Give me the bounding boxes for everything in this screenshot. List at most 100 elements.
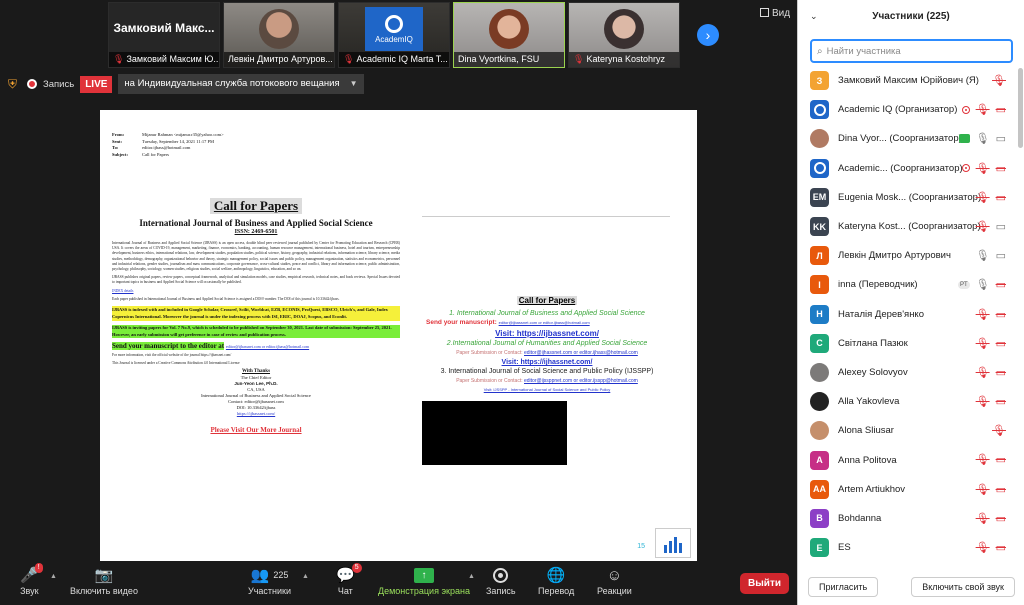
participant-row[interactable]: AA Artem Artiukhov 🎙 ▭ xyxy=(798,475,1020,504)
live-badge: LIVE xyxy=(80,75,113,93)
mic-muted-icon: 🎙 xyxy=(975,366,990,379)
participant-row[interactable]: Iinna (Переводчик) PT 🎙 ▭ xyxy=(798,270,1020,299)
mic-muted-icon: 🎙 xyxy=(975,512,990,525)
participant-name: Alla Yakovleva xyxy=(838,396,900,408)
thumbnail-caption: 🎙 Замковий Максим Ю... xyxy=(109,52,219,67)
chat-icon: 💬 5 xyxy=(336,563,362,585)
participant-row[interactable]: A Anna Politova 🎙 ▭ xyxy=(798,445,1020,474)
record-button[interactable]: Запись xyxy=(486,565,516,596)
share-screen-button[interactable]: ↑ Демонстрация экрана xyxy=(378,565,470,596)
panel-footer: Пригласить Включить свой звук xyxy=(798,569,1024,605)
visit-ijbass: Visit: https://ijbassnet.com/ xyxy=(495,329,599,338)
visit-more-journal: Please Visit Our More Journal xyxy=(210,426,302,435)
start-video-button[interactable]: 📷 Включить видео xyxy=(70,565,138,596)
participant-name: Anna Politova xyxy=(838,454,897,466)
video-off-icon: ▭ xyxy=(995,396,1006,409)
translation-button[interactable]: 🌐 Перевод xyxy=(538,565,574,596)
page-number: 15 xyxy=(637,543,645,550)
video-off-icon: ▭ xyxy=(995,542,1006,554)
thumbnail-self[interactable]: Замковий Макс... 🎙 Замковий Максим Ю... xyxy=(108,2,220,68)
redacted-box xyxy=(422,401,567,465)
thumbnail-caption: 🎙 Academic IQ Marta T... xyxy=(339,52,449,67)
mic-muted-icon: 🎙 xyxy=(573,54,585,64)
participant-row[interactable]: Alla Yakovleva 🎙 ▭ xyxy=(798,387,1020,416)
mic-muted-icon: 🎙 xyxy=(992,425,1006,438)
divider xyxy=(422,216,670,217)
thumbnail-participant[interactable]: 🎙 Kateryna Kostohryz xyxy=(568,2,680,68)
reactions-button[interactable]: ☺ Реакции xyxy=(597,565,632,597)
submission-2: Paper Submission or Contact: editor@ijha… xyxy=(456,350,638,356)
visit-ijsspp: Visit: IJSSPP - International Journal of… xyxy=(483,387,611,392)
mic-muted-icon: 🎙 xyxy=(975,542,990,554)
scrollbar[interactable] xyxy=(1018,68,1023,148)
participant-search[interactable]: ⌕ xyxy=(810,39,1013,63)
participant-row[interactable]: EM Eugenia Mosk... (Соорганизатор) 🎙 ▭ xyxy=(798,183,1020,212)
participant-row[interactable]: З Замковий Максим Юрійович (Я) 🎙 xyxy=(798,66,1020,95)
video-off-icon: ▭ xyxy=(995,512,1006,525)
participant-status-icons: 🎙 ▭ xyxy=(976,512,1006,525)
participant-row[interactable]: Academic... (Соорганизатор) 🎙 ▭ xyxy=(798,154,1020,183)
participant-row[interactable]: Л Левкін Дмитро Артурович 🎙 ▭ xyxy=(798,241,1020,270)
audio-options-caret[interactable]: ▲ xyxy=(50,573,57,580)
next-page-button[interactable]: › xyxy=(697,24,719,46)
mic-muted-icon: 🎙 xyxy=(975,308,990,321)
invite-button[interactable]: Пригласить xyxy=(808,577,879,597)
grid-icon xyxy=(760,8,769,17)
participant-row[interactable]: KK Kateryna Kost... (Соорганизатор) 🎙 ▭ xyxy=(798,212,1020,241)
participant-row[interactable]: Dina Vyor... (Соорганизатор) 🎙 ▭ xyxy=(798,124,1020,153)
participant-status-icons: 🎙 ▭ xyxy=(976,453,1006,466)
participant-row[interactable]: Н Наталія Дерев'янко 🎙 ▭ xyxy=(798,300,1020,329)
video-off-icon: ▭ xyxy=(995,279,1006,292)
mic-muted-icon: 🎙 xyxy=(992,75,1006,87)
share-options-caret[interactable]: ▲ xyxy=(468,573,475,580)
avatar xyxy=(810,100,829,120)
thumbnail-active-speaker[interactable]: Dina Vyortkina, FSU xyxy=(453,2,565,68)
participants-icon: 👥 225 xyxy=(250,567,289,584)
unmute-self-button[interactable]: Включить свой звук xyxy=(911,577,1015,597)
search-input[interactable] xyxy=(826,45,997,57)
shield-icon[interactable]: ⛨ xyxy=(8,77,17,92)
thumbnail-participant[interactable]: AcademIQ 🎙 Academic IQ Marta T... xyxy=(338,2,450,68)
participant-row[interactable]: Alona Sliusar 🎙 xyxy=(798,416,1020,445)
participant-row[interactable]: С Світлана Пазюк 🎙 ▭ xyxy=(798,329,1020,358)
chat-button[interactable]: 💬 5 Чат xyxy=(336,563,362,596)
participant-status-icons: 🎙 ▭ xyxy=(976,308,1006,321)
participant-row[interactable]: Academic IQ (Организатор) 🎙 ▭ xyxy=(798,95,1020,124)
thumbnail-participant[interactable]: Левкін Дмитро Артуров... xyxy=(223,2,335,68)
recording-icon xyxy=(961,164,970,173)
participant-row[interactable]: B Bohdanna 🎙 ▭ xyxy=(798,504,1020,533)
participant-name: Левкін Дмитро Артурович xyxy=(838,250,951,262)
video-off-icon: ▭ xyxy=(995,162,1006,175)
video-active-icon xyxy=(958,134,970,144)
participant-name: Kateryna Kost... (Соорганизатор) xyxy=(838,221,981,233)
signature: With Thanks The Chief Editor Jun-Yeon Le… xyxy=(201,369,311,417)
record-icon xyxy=(493,567,509,583)
participants-options-caret[interactable]: ▲ xyxy=(302,573,309,580)
inviting-note: IJBASS is inviting papers for Vol. 7 No.… xyxy=(112,325,400,339)
license-line: This Journal is licensed under a Creativ… xyxy=(112,361,240,366)
journal-1: 1. International Journal of Business and… xyxy=(449,310,645,317)
participant-status-icons: 🎙 ▭ xyxy=(976,366,1006,379)
audio-button[interactable]: 🎤! Звук xyxy=(20,563,43,596)
participant-row[interactable]: Alexey Solovyov 🎙 ▭ xyxy=(798,358,1020,387)
participants-button[interactable]: 👥 225 Участники xyxy=(248,565,291,596)
mic-icon: 🎤! xyxy=(20,563,43,585)
visit-ijhass: Visit: https://ijhassnet.com/ xyxy=(501,359,593,366)
mic-muted-icon: 🎙 xyxy=(975,220,990,233)
shared-screen[interactable]: From: Mijanur Rahman <mijanur.r35@yahoo.c… xyxy=(100,110,697,562)
streaming-dropdown[interactable]: на Индивидуальная служба потокового веща… xyxy=(118,74,364,94)
mic-icon: 🎙 xyxy=(975,279,990,292)
journal-description: International Journal of Business and Ap… xyxy=(112,241,400,272)
mic-muted-icon: 🎙 xyxy=(975,396,990,409)
globe-icon: 🌐 xyxy=(546,567,566,584)
journal-3: 3. International Journal of Social Scien… xyxy=(440,368,654,375)
view-button[interactable]: Вид xyxy=(760,8,790,19)
cfp-title-right: Call for Papers xyxy=(516,296,578,305)
avatar: I xyxy=(810,275,829,295)
mic-icon: 🎙 xyxy=(975,133,990,146)
journal-list: Call for Papers 1. International Journal… xyxy=(412,290,682,392)
leave-button[interactable]: Выйти xyxy=(740,573,789,594)
participant-video xyxy=(259,9,299,49)
participant-name: Наталія Дерев'янко xyxy=(838,308,924,320)
participant-row[interactable]: E ES 🎙 ▭ xyxy=(798,533,1020,562)
